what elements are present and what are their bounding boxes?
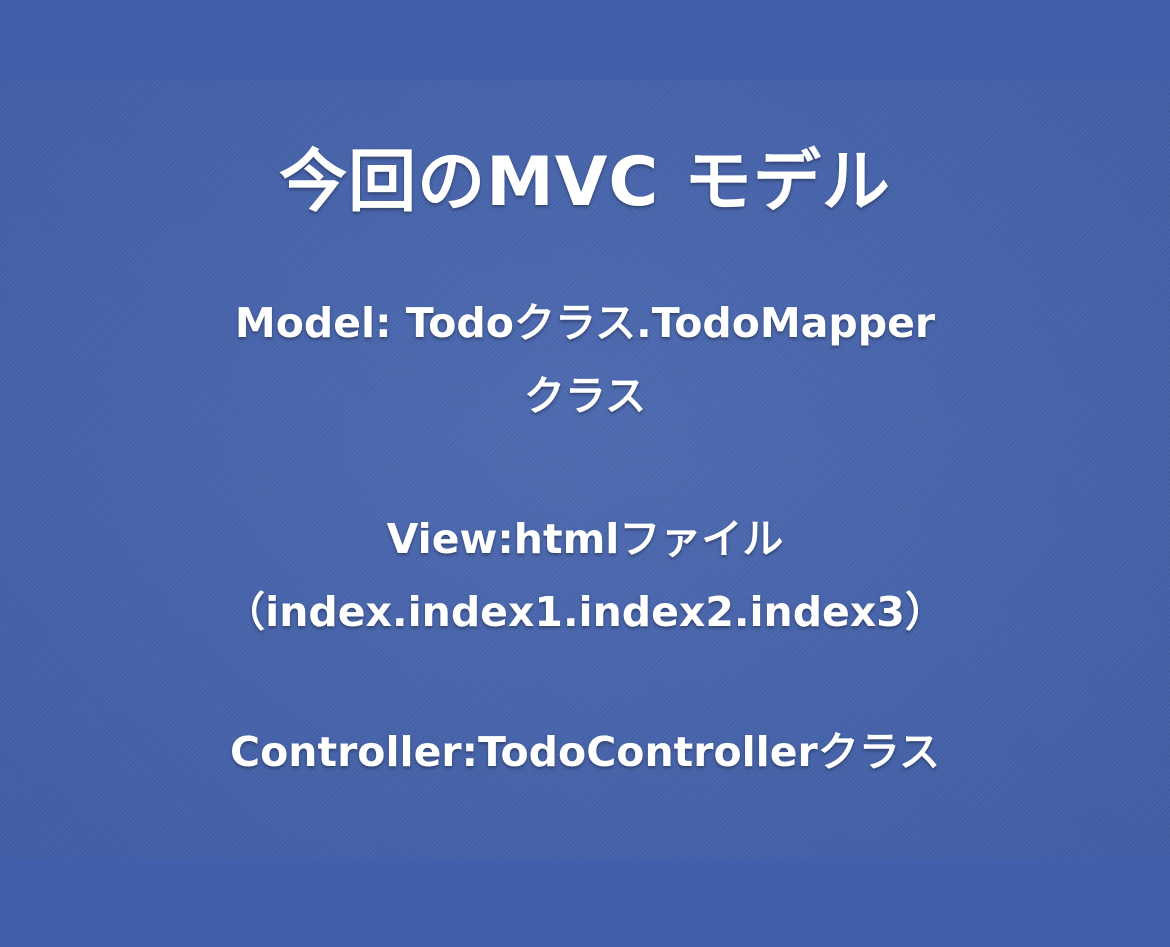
view-line-1: View:htmlファイル — [386, 515, 784, 563]
view-line-2: （index.index1.index2.index3） — [224, 588, 946, 636]
slide-content: 今回のMVC モデル Model: Todoクラス.TodoMapper クラス… — [0, 80, 1170, 858]
model-line-1: Model: Todoクラス.TodoMapper — [234, 299, 936, 347]
slide-title: 今回のMVC モデル — [279, 143, 891, 222]
model-line-2: クラス — [523, 372, 647, 420]
slide-frame: 今回のMVC モデル Model: Todoクラス.TodoMapper クラス… — [0, 0, 1170, 947]
controller-line: Controller:TodoControllerクラス — [230, 728, 940, 776]
